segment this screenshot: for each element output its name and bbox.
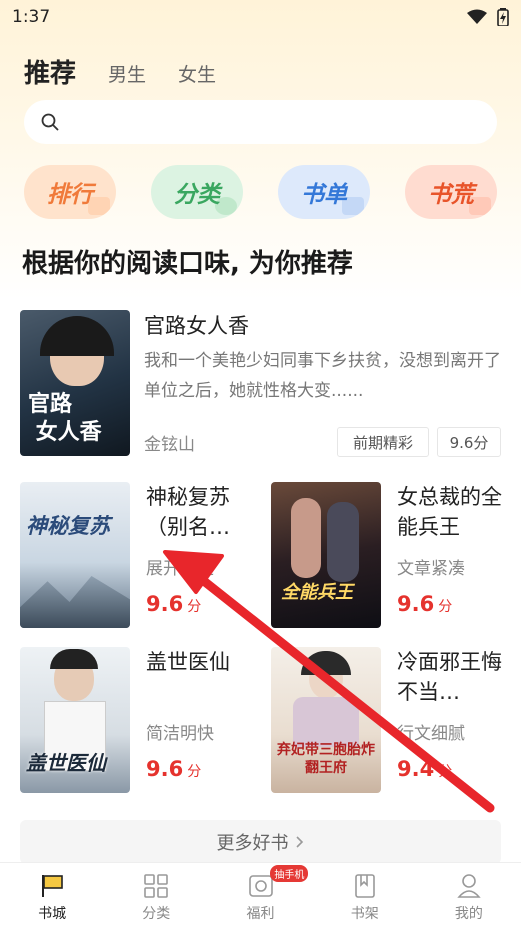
nav-bookstore[interactable]: 书城 bbox=[0, 863, 104, 926]
book-score: 9.4 分 bbox=[397, 757, 453, 781]
featured-book[interactable]: 官路 女人香 官路女人香 我和一个美艳少妇同事下乡扶贫，没想到离开了单位之后，她… bbox=[20, 310, 501, 457]
category-label: 分类 bbox=[174, 182, 220, 208]
book-title: 官路女人香 bbox=[144, 314, 249, 338]
nav-mine[interactable]: 我的 bbox=[417, 863, 521, 926]
book-score: 9.6分 bbox=[146, 757, 202, 781]
battery-icon bbox=[497, 8, 509, 26]
book-famine-button[interactable]: 书荒 bbox=[405, 165, 497, 219]
book-card[interactable]: 全能兵王 女总裁的全能兵王 文章紧凑 9.6 分 bbox=[271, 482, 511, 630]
book-card[interactable]: 盖世医仙 盖世医仙 简洁明快 9.6 分 bbox=[20, 647, 260, 795]
status-time: 1:37 bbox=[12, 7, 51, 27]
tab-recommend[interactable]: 推荐 bbox=[24, 53, 76, 90]
grid-icon bbox=[144, 874, 169, 898]
quick-links: 排行 分类 书单 书荒 bbox=[24, 165, 497, 221]
nav-welfare[interactable]: 抽手机 福利 bbox=[208, 863, 312, 926]
book-score: 9.6分 bbox=[437, 427, 501, 457]
book-famine-label: 书荒 bbox=[428, 182, 474, 208]
category-button[interactable]: 分类 bbox=[151, 165, 243, 219]
book-style: 简洁明快 bbox=[146, 724, 214, 744]
nav-category[interactable]: 分类 bbox=[104, 863, 208, 926]
cover-title: 全能兵王 bbox=[281, 582, 353, 603]
book-card[interactable]: 神秘复苏 神秘复苏（别名… 展开迅速 9.6 分 bbox=[20, 482, 260, 630]
book-score: 9.6分 bbox=[397, 592, 453, 616]
book-style: 文章紧凑 bbox=[397, 559, 465, 579]
book-card[interactable]: 弃妃带三胞胎炸翻王府 冷面邪王悔不当… 行文细腻 9.4 分 bbox=[271, 647, 511, 795]
nav-label: 分类 bbox=[142, 906, 171, 922]
book-cover[interactable]: 全能兵王 bbox=[271, 482, 381, 628]
booklist-button[interactable]: 书单 bbox=[278, 165, 370, 219]
welfare-badge: 抽手机 bbox=[270, 865, 309, 882]
bottom-navigation: 书城 分类 抽手机 福利 书架 我的 bbox=[0, 862, 521, 926]
book-style: 行文细腻 bbox=[397, 724, 465, 744]
channel-tabs: 推荐 男生 女生 bbox=[0, 44, 521, 90]
book-description: 我和一个美艳少妇同事下乡扶贫，没想到离开了单位之后，她就性格大变...... bbox=[144, 351, 501, 401]
wifi-icon bbox=[467, 9, 487, 24]
book-author: 金铉山 bbox=[144, 435, 195, 455]
nav-bookshelf[interactable]: 书架 bbox=[313, 863, 417, 926]
tab-male[interactable]: 男生 bbox=[108, 60, 146, 90]
cover-title: 盖世医仙 bbox=[26, 751, 106, 775]
book-cover[interactable]: 官路 女人香 bbox=[20, 310, 130, 456]
rank-button[interactable]: 排行 bbox=[24, 165, 116, 219]
more-books-label: 更多好书 bbox=[216, 833, 289, 854]
book-style: 展开迅速 bbox=[146, 559, 214, 579]
search-input[interactable] bbox=[24, 100, 497, 144]
nav-label: 福利 bbox=[246, 906, 275, 922]
book-title: 盖世医仙 bbox=[146, 650, 230, 674]
book-score: 9.6分 bbox=[146, 592, 202, 616]
search-icon bbox=[41, 113, 59, 131]
section-title: 根据你的阅读口味, 为你推荐 bbox=[22, 249, 353, 279]
nav-label: 我的 bbox=[454, 906, 483, 922]
nav-label: 书城 bbox=[38, 906, 67, 922]
book-title: 神秘复苏（别名… bbox=[146, 485, 230, 539]
book-title: 女总裁的全能兵王 bbox=[397, 485, 502, 539]
cover-title: 官路 女人香 bbox=[28, 391, 102, 445]
status-bar: 1:37 bbox=[0, 0, 521, 34]
book-cover[interactable]: 神秘复苏 bbox=[20, 482, 130, 628]
tab-female[interactable]: 女生 bbox=[178, 60, 216, 90]
booklist-label: 书单 bbox=[301, 182, 347, 208]
book-title: 冷面邪王悔不当… bbox=[397, 650, 502, 704]
bookshelf-icon bbox=[354, 874, 375, 898]
more-books-button[interactable]: 更多好书 bbox=[20, 820, 501, 864]
chevron-right-icon bbox=[295, 836, 303, 848]
book-cover[interactable]: 弃妃带三胞胎炸翻王府 bbox=[271, 647, 381, 793]
nav-label: 书架 bbox=[350, 906, 379, 922]
book-tag: 前期精彩 bbox=[337, 427, 429, 457]
book-cover[interactable]: 盖世医仙 bbox=[20, 647, 130, 793]
cover-title: 神秘复苏 bbox=[26, 514, 110, 538]
cover-title: 弃妃带三胞胎炸翻王府 bbox=[277, 742, 375, 776]
rank-label: 排行 bbox=[47, 182, 93, 208]
person-icon bbox=[457, 874, 481, 898]
status-icons bbox=[467, 8, 509, 26]
flag-icon bbox=[42, 875, 63, 897]
